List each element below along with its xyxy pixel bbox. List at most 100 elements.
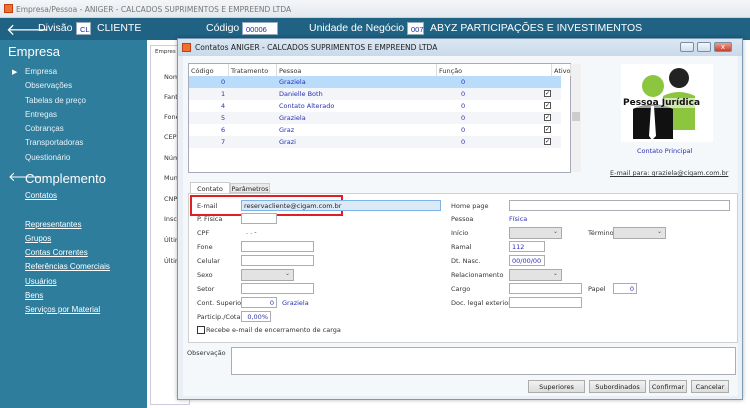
- table-row[interactable]: 0 Graziela 0: [189, 76, 561, 88]
- superiores-button[interactable]: Superiores: [528, 380, 585, 393]
- celular-input[interactable]: [241, 255, 314, 266]
- column-header-funcao[interactable]: Função: [437, 64, 552, 76]
- close-button[interactable]: x: [714, 42, 732, 52]
- table-row[interactable]: 5 Graziela 0 ✓: [189, 112, 561, 124]
- sidebar-item-cobrancas[interactable]: Cobranças: [25, 124, 64, 133]
- cell-codigo: 6: [221, 126, 226, 134]
- column-header-ativo[interactable]: Ativo: [552, 64, 571, 76]
- tab-contato[interactable]: Contato: [190, 182, 230, 193]
- ativo-checkbox[interactable]: ✓: [544, 114, 551, 121]
- termino-select[interactable]: ⌄: [613, 227, 666, 239]
- papel-input[interactable]: 0: [613, 283, 637, 294]
- sidebar: Empresa ▶ Empresa Observações Tabelas de…: [0, 40, 147, 408]
- pfisica-input[interactable]: [241, 213, 277, 224]
- link-servicos[interactable]: Serviços por Material: [25, 305, 100, 314]
- header-bar: 🡐 Divisão CL CLIENTE Código 00006 Unidad…: [0, 18, 750, 40]
- bg-label: CNP: [164, 195, 178, 203]
- pfisica-label: P. Física: [197, 215, 223, 223]
- ativo-checkbox[interactable]: ✓: [544, 126, 551, 133]
- cargo-input[interactable]: [509, 283, 582, 294]
- link-grupos[interactable]: Grupos: [25, 234, 51, 243]
- app-icon: [4, 4, 13, 13]
- link-usuarios[interactable]: Usuários: [25, 277, 57, 286]
- play-arrow-icon: ▶: [12, 69, 18, 76]
- divisao-name: CLIENTE: [97, 22, 142, 34]
- fone-input[interactable]: [241, 241, 314, 252]
- homepage-input[interactable]: [509, 200, 730, 211]
- fone-label: Fone: [197, 243, 213, 251]
- link-bens[interactable]: Bens: [25, 291, 43, 300]
- email-link[interactable]: E-mail para: graziela@cigam.com.br: [610, 169, 728, 177]
- sexo-label: Sexo: [197, 271, 213, 279]
- ativo-checkbox[interactable]: ✓: [544, 138, 551, 145]
- doc-label: Doc. legal exterior: [451, 299, 511, 307]
- cell-funcao: 0: [461, 138, 466, 146]
- minimize-button[interactable]: [680, 42, 694, 52]
- confirmar-button[interactable]: Confirmar: [649, 380, 687, 393]
- dialog-title: Contatos ANIGER - CALCADOS SUPRIMENTOS E…: [195, 43, 438, 52]
- cont-superior-input[interactable]: 0: [241, 297, 277, 308]
- codigo-label: Código: [206, 22, 240, 34]
- sidebar-item-questionario[interactable]: Questionário: [25, 153, 70, 162]
- column-header-tratamento[interactable]: Tratamento: [229, 64, 277, 76]
- table-row[interactable]: 1 Danielle Both 0 ✓: [189, 88, 561, 100]
- link-contas-correntes[interactable]: Contas Correntes: [25, 248, 88, 257]
- link-referencias[interactable]: Referências Comerciais: [25, 262, 110, 271]
- cell-funcao: 0: [461, 114, 466, 122]
- column-header-pessoa[interactable]: Pessoa: [277, 64, 437, 76]
- tab-parametros[interactable]: Parâmetros: [230, 183, 270, 193]
- cell-pessoa: Danielle Both: [279, 90, 323, 98]
- cell-funcao: 0: [461, 78, 466, 86]
- celular-label: Celular: [197, 257, 220, 265]
- link-contatos[interactable]: Contatos: [25, 191, 57, 200]
- relacionamento-select[interactable]: ⌄: [509, 269, 562, 281]
- recebe-email-checkbox[interactable]: [197, 326, 205, 334]
- cell-funcao: 0: [461, 126, 466, 134]
- maximize-button[interactable]: [697, 42, 711, 52]
- email-input[interactable]: reservacliente@cigam.com.br: [241, 200, 441, 211]
- table-row[interactable]: 4 Contato Alterado 0 ✓: [189, 100, 561, 112]
- sidebar-item-entregas[interactable]: Entregas: [25, 110, 57, 119]
- subordinados-button[interactable]: Subordinados: [589, 380, 646, 393]
- codigo-field[interactable]: 00006: [242, 22, 278, 35]
- sidebar-item-empresa[interactable]: Empresa: [25, 67, 57, 76]
- inicio-label: Início: [451, 229, 469, 237]
- image-caption: Pessoa Jurídica: [623, 98, 701, 108]
- setor-label: Setor: [197, 285, 215, 293]
- setor-input[interactable]: [241, 283, 314, 294]
- cont-superior-name: Graziela: [282, 299, 309, 307]
- ativo-checkbox[interactable]: ✓: [544, 102, 551, 109]
- cell-codigo: 1: [221, 90, 226, 98]
- cell-codigo: 5: [221, 114, 226, 122]
- dtnasc-input[interactable]: 00/00/00: [509, 255, 545, 266]
- cell-pessoa: Graz: [279, 126, 295, 134]
- sidebar-item-observacoes[interactable]: Observações: [25, 81, 72, 90]
- papel-label: Papel: [588, 285, 606, 293]
- table-row[interactable]: 7 Grazi 0 ✓: [189, 136, 561, 148]
- bg-tab: Empres: [155, 49, 176, 55]
- cpf-value: . . -: [246, 228, 257, 236]
- recebe-email-label: Recebe e-mail de encerramento de carga: [206, 326, 341, 334]
- cell-pessoa: Contato Alterado: [279, 102, 335, 110]
- observacao-textarea[interactable]: [231, 347, 736, 375]
- cancelar-button[interactable]: Cancelar: [691, 380, 729, 393]
- contacts-grid: Código Tratamento Pessoa Função Ativo 0 G…: [188, 63, 581, 173]
- ativo-checkbox[interactable]: ✓: [544, 90, 551, 97]
- table-row[interactable]: 6 Graz 0 ✓: [189, 124, 561, 136]
- dialog-title-bar: Contatos ANIGER - CALCADOS SUPRIMENTOS E…: [178, 39, 742, 56]
- cont-superior-label: Cont. Superior: [197, 299, 244, 307]
- sidebar-heading-empresa: Empresa: [8, 44, 61, 59]
- grid-scrollbar[interactable]: [571, 64, 581, 172]
- ramal-input[interactable]: 112: [509, 241, 545, 252]
- unidade-code-field[interactable]: 007: [407, 22, 424, 35]
- inicio-select[interactable]: ⌄: [509, 227, 562, 239]
- unidade-label: Unidade de Negócio: [309, 22, 405, 34]
- link-representantes[interactable]: Representantes: [25, 220, 81, 229]
- sidebar-item-tabelas[interactable]: Tabelas de preço: [25, 96, 86, 105]
- particip-input[interactable]: 0,00%: [241, 311, 271, 322]
- doc-input[interactable]: [509, 297, 582, 308]
- sexo-select[interactable]: ⌄: [241, 269, 294, 281]
- column-header-codigo[interactable]: Código: [189, 64, 229, 76]
- sidebar-item-transportadoras[interactable]: Transportadoras: [25, 138, 83, 147]
- divisao-code-field[interactable]: CL: [76, 22, 91, 35]
